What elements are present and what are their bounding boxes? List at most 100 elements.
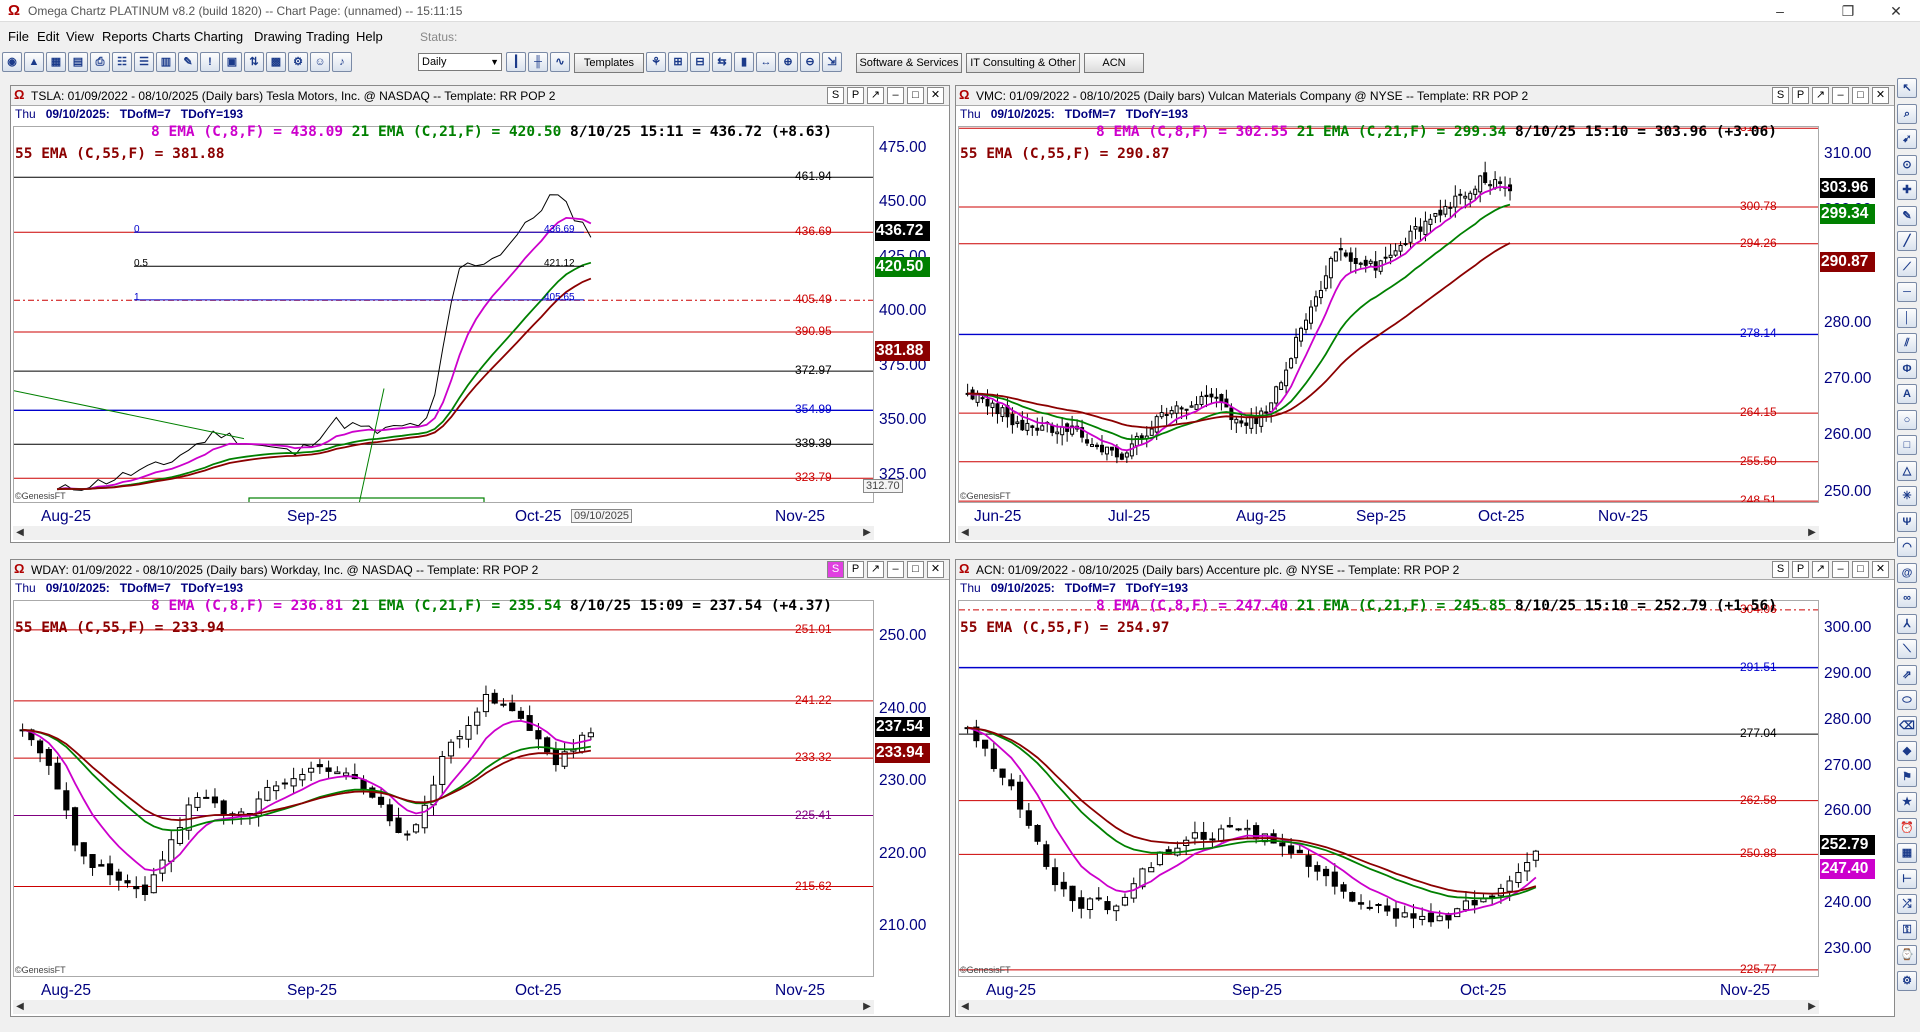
price-axis[interactable]: 250.00 240.00 230.00 220.00 210.00 237.54 233.… xyxy=(875,600,931,977)
cross-icon[interactable]: ✚ xyxy=(1897,180,1917,200)
price-axis[interactable]: 310.00300.00290.00280.00270.00260.00250.… xyxy=(1820,126,1876,503)
magnify-icon[interactable]: ⌕ xyxy=(1897,103,1917,124)
scroll-left-icon[interactable]: ◀ xyxy=(13,1000,27,1014)
close-icon[interactable]: ✕ xyxy=(1872,561,1889,578)
minimize-icon[interactable]: – xyxy=(887,87,904,104)
horizontal-scrollbar[interactable]: ◀ ▶ xyxy=(13,526,874,540)
study-icon[interactable]: ⊟ xyxy=(690,52,710,72)
horizontal-scrollbar[interactable]: ◀ ▶ xyxy=(958,1000,1819,1014)
trend-icon[interactable]: ⟋ xyxy=(1897,256,1917,277)
bar-icon[interactable]: ▥ xyxy=(156,52,176,72)
shuffle-icon[interactable]: ⤮ xyxy=(1897,894,1917,914)
quote-board-icon[interactable]: ☷ xyxy=(112,52,132,72)
maximize-icon[interactable]: □ xyxy=(907,561,924,578)
flag-icon[interactable]: ⚑ xyxy=(1897,766,1917,787)
price-chart-area[interactable]: 461.94 436.69 405.49 390.95 372.97 354.99 339.… xyxy=(13,126,874,503)
maximize-icon[interactable]: □ xyxy=(907,87,924,104)
trade-icon[interactable]: ⇅ xyxy=(244,52,264,72)
zoom-icon[interactable]: ⊙ xyxy=(1897,154,1917,175)
close-icon[interactable]: ✕ xyxy=(1874,0,1918,22)
horizontal-scrollbar[interactable]: ◀ ▶ xyxy=(958,526,1819,540)
zoom-out-icon[interactable]: ⊖ xyxy=(800,52,820,72)
chart-panel-wday[interactable]: Ω WDAY: 01/09/2022 - 08/10/2025 (Daily ba… xyxy=(10,559,950,1017)
horizontal-scrollbar[interactable]: ◀ ▶ xyxy=(13,1000,874,1014)
p-button[interactable]: P xyxy=(1792,87,1809,104)
scan-icon[interactable]: ▦ xyxy=(46,52,66,72)
price-chart-area[interactable]: 304.06 291.51 277.04 262.58 250.88 225.77 xyxy=(958,600,1819,977)
vline-icon[interactable]: │ xyxy=(1897,307,1917,328)
scroll-right-icon[interactable]: ▶ xyxy=(860,526,874,540)
menu-drawing[interactable]: Drawing xyxy=(254,29,302,44)
trend-arrow[interactable] xyxy=(14,390,245,440)
arrow-icon[interactable]: ➹ xyxy=(1897,129,1917,149)
date-axis[interactable]: Jun-25 Jul-25 Aug-25 Sep-25 Oct-25 Nov-25 xyxy=(958,506,1819,526)
rectangle-icon[interactable]: □ xyxy=(1897,435,1917,455)
cycle-icon[interactable]: ∞ xyxy=(1897,588,1917,608)
marker-icon[interactable]: ◆ xyxy=(1897,741,1917,761)
open-chart-icon[interactable]: ◉ xyxy=(2,52,22,72)
ohlc-icon[interactable]: ╫ xyxy=(528,52,548,72)
pitchfork-icon[interactable]: Ψ xyxy=(1897,511,1917,532)
menu-file[interactable]: File xyxy=(8,29,29,44)
trend-arrow[interactable] xyxy=(358,388,385,503)
s-button[interactable]: S xyxy=(827,87,844,104)
expand-icon[interactable]: ↔ xyxy=(756,52,776,72)
chart-panel-vmc[interactable]: Ω VMC: 01/09/2022 - 08/10/2025 (Daily bar… xyxy=(955,85,1895,543)
fib-icon[interactable]: Φ xyxy=(1897,358,1917,379)
date-axis[interactable]: Aug-25 Sep-25 Oct-25 Nov-25 xyxy=(13,506,874,526)
pointer-icon[interactable]: ↖ xyxy=(1897,78,1917,98)
price-chart-area[interactable]: 314.77 300.78 294.26 278.14 264.15 255.50 248.… xyxy=(958,126,1819,503)
popout-icon[interactable]: ↗ xyxy=(867,87,884,104)
menu-view[interactable]: View xyxy=(66,29,94,44)
report-icon[interactable]: ▤ xyxy=(68,52,88,72)
templates-button[interactable]: Templates xyxy=(574,53,644,73)
chart-panel-acn[interactable]: Ω ACN: 01/09/2022 - 08/10/2025 (Daily bar… xyxy=(955,559,1895,1017)
minimize-icon[interactable]: – xyxy=(1832,561,1849,578)
restore-icon[interactable]: ❐ xyxy=(1826,0,1870,22)
circle-icon[interactable]: ○ xyxy=(1897,409,1917,430)
chart-grid-icon[interactable]: ▩ xyxy=(266,52,286,72)
scroll-left-icon[interactable]: ◀ xyxy=(958,526,972,540)
clock-icon[interactable]: ⌚ xyxy=(1897,945,1917,965)
popout-icon[interactable]: ↗ xyxy=(1812,87,1829,104)
menu-help[interactable]: Help xyxy=(356,29,383,44)
menu-charting[interactable]: Charting xyxy=(194,29,243,44)
scroll-left-icon[interactable]: ◀ xyxy=(958,1000,972,1014)
star-icon[interactable]: ★ xyxy=(1897,792,1917,812)
minimize-icon[interactable]: – xyxy=(887,561,904,578)
minimize-icon[interactable]: – xyxy=(1832,87,1849,104)
bell-icon[interactable]: ♪ xyxy=(332,52,352,72)
arc-icon[interactable]: ◠ xyxy=(1897,537,1917,557)
line-chart-icon[interactable]: ∿ xyxy=(550,52,570,72)
gann-icon[interactable]: ✳ xyxy=(1897,486,1917,506)
p-button[interactable]: P xyxy=(1792,561,1809,578)
software-services-button[interactable]: Software & Services xyxy=(856,53,962,73)
price-chart-area[interactable]: 251.01 241.22 233.32 225.41 215.62 xyxy=(13,600,874,977)
ellipse-icon[interactable]: ⬭ xyxy=(1897,690,1917,710)
close-icon[interactable]: ✕ xyxy=(1872,87,1889,104)
bars-icon[interactable]: ▮ xyxy=(734,52,754,72)
smiley-icon[interactable]: ☺ xyxy=(310,52,330,72)
s-button[interactable]: S xyxy=(1772,87,1789,104)
price-axis[interactable]: 475.00450.00425.00400.00375.00350.00325.… xyxy=(875,126,931,503)
annotation-box[interactable] xyxy=(248,497,485,503)
zoom-in-icon[interactable]: ⊕ xyxy=(778,52,798,72)
p-button[interactable]: P xyxy=(847,87,864,104)
settings-icon[interactable]: ⚙ xyxy=(1897,970,1917,991)
menu-edit[interactable]: Edit xyxy=(37,29,59,44)
popout-icon[interactable]: ↗ xyxy=(1812,561,1829,578)
date-axis[interactable]: Aug-25 Sep-25 Oct-25 Nov-25 xyxy=(13,980,874,1000)
hline-icon[interactable]: ─ xyxy=(1897,282,1917,302)
chart-panel-tsla[interactable]: Ω TSLA: 01/09/2022 - 08/10/2025 (Daily ba… xyxy=(10,85,950,543)
network-icon[interactable]: ⚘ xyxy=(646,52,666,72)
ruler-icon[interactable]: ⊢ xyxy=(1897,868,1917,889)
pencil-icon[interactable]: ✎ xyxy=(178,52,198,72)
reset-icon[interactable]: ⇲ xyxy=(822,52,842,72)
scroll-left-icon[interactable]: ◀ xyxy=(13,526,27,540)
triangle-icon[interactable]: △ xyxy=(1897,460,1917,481)
s-button[interactable]: S xyxy=(1772,561,1789,578)
grid-icon[interactable]: ▦ xyxy=(1897,843,1917,863)
channel-icon[interactable]: ⫽ xyxy=(1897,333,1917,353)
alarm-icon[interactable]: ⏰ xyxy=(1897,817,1917,838)
popout-icon[interactable]: ↗ xyxy=(867,561,884,578)
